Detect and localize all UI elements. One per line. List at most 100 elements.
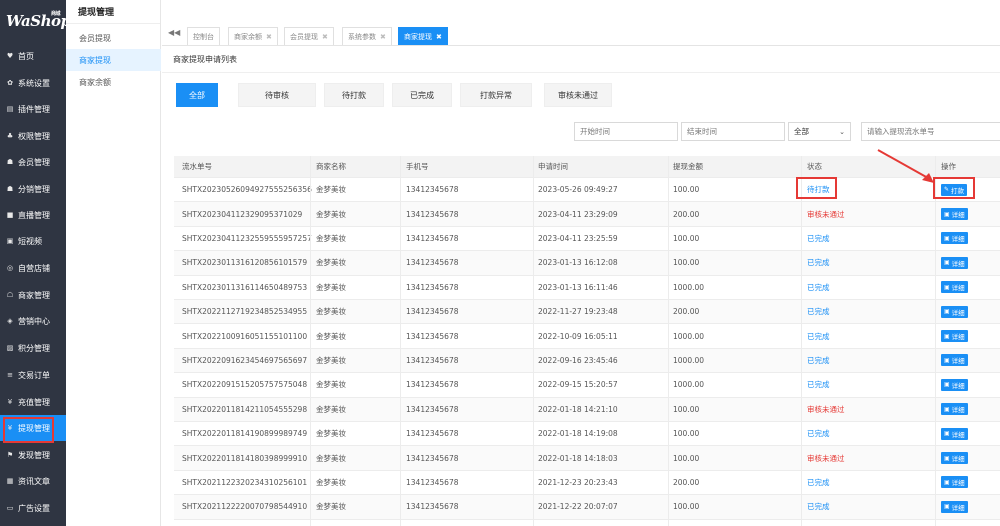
detail-button[interactable]: ▣ 详细 (941, 476, 968, 489)
status-text: 审核未通过 (807, 404, 845, 414)
sidebar-item-8[interactable]: ◎ 自营店铺 (0, 255, 66, 281)
close-icon[interactable]: ✖ (322, 33, 328, 41)
status-select[interactable]: 全部 ⌄ (788, 122, 851, 141)
tab-3[interactable]: 系统参数 ✖ (342, 27, 392, 45)
filter-button-0[interactable]: 全部 (176, 83, 218, 107)
filter-button-3[interactable]: 已完成 (392, 83, 452, 107)
cell-merchant: 金梦美妆 (316, 477, 346, 487)
sidebar-item-6[interactable]: ■ 直播管理 (0, 202, 66, 228)
sidebar-item-13[interactable]: ¥ 充值管理 (0, 389, 66, 415)
detail-button[interactable]: ▣ 详细 (941, 330, 968, 343)
cell-amount: 100.00 (673, 453, 700, 463)
logo-text: WaShop (6, 12, 71, 30)
cell-time: 2023-04-11 23:25:59 (538, 233, 618, 243)
sidebar-item-14[interactable]: ¥ 提现管理 (0, 415, 66, 443)
sidebar-item-10[interactable]: ◈ 营销中心 (0, 308, 66, 334)
detail-button[interactable]: ▣ 详细 (941, 378, 968, 391)
action-label: 详细 (951, 235, 965, 244)
column-divider (668, 156, 669, 526)
detail-button[interactable]: ▣ 详细 (941, 232, 968, 245)
serial-search-input[interactable]: 请输入提现流水单号 (861, 122, 1000, 141)
sidebar-item-4[interactable]: ☗ 会员管理 (0, 149, 66, 175)
detail-button[interactable]: ▣ 详细 (941, 208, 968, 221)
column-header: 操作 (941, 162, 956, 171)
action-label: 详细 (951, 479, 965, 488)
sliders-icon: ≡ (7, 371, 13, 379)
cell-amount: 200.00 (673, 307, 700, 317)
cell-time: 2023-01-13 16:11:46 (538, 282, 618, 292)
status-text: 已完成 (807, 429, 830, 439)
tab-2[interactable]: 会员提现 ✖ (284, 27, 334, 45)
sidebar-item-17[interactable]: ▭ 广告设置 (0, 495, 66, 521)
sidebar-item-5[interactable]: ☗ 分销管理 (0, 176, 66, 202)
close-icon[interactable]: ✖ (436, 33, 442, 41)
tab-label: 商家提现 (404, 32, 432, 41)
table-row: SHTX20230411232559555957257 金梦美妆 134123456… (174, 227, 1000, 252)
cell-amount: 200.00 (673, 209, 700, 219)
image-icon: ▭ (6, 504, 14, 512)
sidebar-item-2[interactable]: ▤ 插件管理 (0, 96, 66, 122)
status-text: 已完成 (807, 502, 830, 512)
sub-menu-item-1[interactable]: 商家提现 (66, 49, 161, 71)
filter-button-4[interactable]: 打款异常 (460, 83, 532, 107)
status-text: 已完成 (807, 331, 830, 341)
detail-button[interactable]: ▣ 详细 (941, 256, 968, 269)
home-icon: ♥ (6, 52, 14, 60)
tab-1[interactable]: 商家余额 ✖ (228, 27, 278, 45)
close-icon[interactable]: ✖ (266, 33, 272, 41)
sub-menu-item-2[interactable]: 商家余额 (66, 71, 161, 93)
end-date-input[interactable]: 结束时间 (681, 122, 785, 141)
cell-phone: 13412345678 (406, 380, 459, 390)
pay-button[interactable]: ✎ 打款 (941, 183, 968, 196)
copy-icon: ▣ (944, 430, 950, 438)
close-icon[interactable]: ✖ (380, 33, 386, 41)
filter-button-5[interactable]: 审核未通过 (544, 83, 612, 107)
tab-0[interactable]: 控制台 (187, 27, 220, 45)
detail-button[interactable]: ▣ 详细 (941, 427, 968, 440)
sidebar-item-1[interactable]: ✿ 系统设置 (0, 70, 66, 96)
table-row: SHTX20211223202343102561​01 金梦美妆 134123456… (174, 471, 1000, 496)
table-row: SHTX20220118142110545552​98 金梦美妆 134123456… (174, 397, 1000, 422)
filter-button-2[interactable]: 待打款 (324, 83, 384, 107)
start-date-input[interactable]: 开始时间 (574, 122, 678, 141)
action-label: 详细 (951, 406, 965, 415)
cell-time: 2022-09-16 23:45:46 (538, 355, 618, 365)
detail-button[interactable]: ▣ 详细 (941, 403, 968, 416)
logo: WaShop 商城 (0, 0, 71, 42)
copy-icon: ▣ (944, 381, 950, 389)
tab-4[interactable]: 商家提现 ✖ (398, 27, 448, 45)
column-divider (801, 156, 802, 526)
sidebar-item-label: 商家管理 (18, 290, 50, 300)
sidebar-item-16[interactable]: ▦ 资讯文章 (0, 468, 66, 494)
detail-button[interactable]: ▣ 详细 (941, 354, 968, 367)
sidebar-item-7[interactable]: ▣ 短视频 (0, 228, 66, 254)
cell-serial: SHTX20220916234546975656​97 (182, 355, 308, 365)
column-header: 状态 (807, 162, 822, 171)
tab-label: 系统参数 (348, 32, 376, 41)
sidebar-item-15[interactable]: ⚑ 发现管理 (0, 442, 66, 468)
action-label: 详细 (951, 381, 965, 390)
newspaper-icon: ▦ (6, 477, 14, 485)
detail-button[interactable]: ▣ 详细 (941, 452, 968, 465)
sidebar-item-11[interactable]: ▨ 积分管理 (0, 335, 66, 361)
detail-button[interactable]: ▣ 详细 (941, 305, 968, 318)
sidebar-item-9[interactable]: ☖ 商家管理 (0, 282, 66, 308)
tab-scroll-left-icon[interactable]: ◀◀ (168, 28, 180, 37)
cell-merchant: 金梦美妆 (316, 258, 346, 268)
sidebar-item-12[interactable]: ≡ 交易订单 (0, 362, 66, 388)
cell-amount: 1000.00 (673, 380, 705, 390)
sub-menu-item-0[interactable]: 会员提现 (66, 27, 161, 49)
cell-time: 2023-01-13 16:12:08 (538, 258, 618, 268)
filter-button-1[interactable]: 待审核 (238, 83, 316, 107)
cell-serial: SHTX20230113161208561015​79 (182, 258, 308, 268)
sidebar-item-label: 分销管理 (18, 184, 50, 194)
cell-time: 2022-01-18 14:19:08 (538, 429, 618, 439)
status-text: 已完成 (807, 258, 830, 268)
sidebar-item-3[interactable]: ♣ 权限管理 (0, 123, 66, 149)
detail-button[interactable]: ▣ 详细 (941, 500, 968, 513)
status-text: 已完成 (807, 233, 830, 243)
detail-button[interactable]: ▣ 详细 (941, 281, 968, 294)
sub-menu-panel: 提现管理 会员提现 商家提现 商家余额 (66, 0, 161, 526)
sidebar-item-label: 广告设置 (18, 503, 50, 513)
sidebar-item-0[interactable]: ♥ 首页 (0, 43, 66, 69)
